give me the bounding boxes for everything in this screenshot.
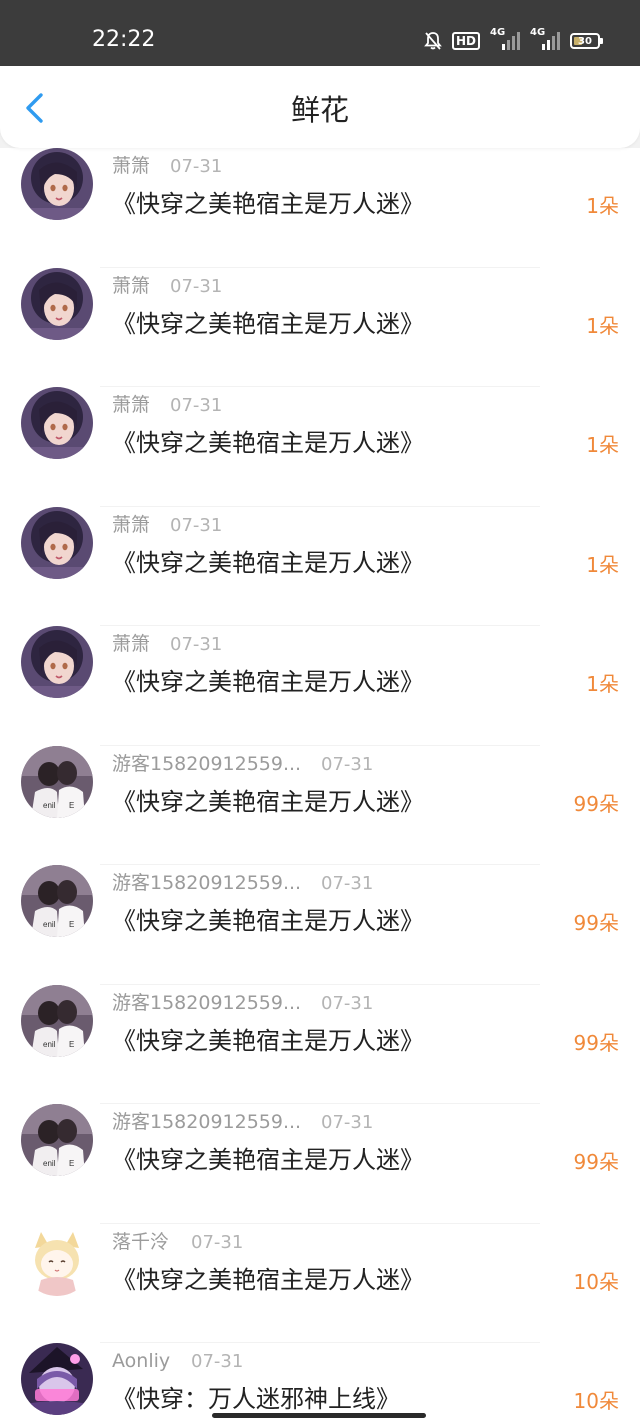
status-icons: HD 4G 4G 30 [424,27,603,52]
date: 07-31 [191,1231,244,1253]
list-item[interactable]: Aonliy 07-31 《快穿：万人迷邪神上线》 10朵 [0,1343,640,1422]
battery-icon: 30 [570,33,603,49]
list-item[interactable]: enil E 游客15820912559... 07-31 《快穿之美艳宿主是万人迷》 9… [0,865,640,985]
list-item[interactable]: 落千泠 07-31 《快穿之美艳宿主是万人迷》 10朵 [0,1223,640,1343]
book-title[interactable]: 《快穿之美艳宿主是万人迷》 [112,786,424,818]
list-item[interactable]: enil E 游客15820912559... 07-31 《快穿之美艳宿主是万人迷》 9… [0,745,640,865]
bell-off-icon [424,31,442,51]
book-title[interactable]: 《快穿之美艳宿主是万人迷》 [112,188,424,220]
avatar[interactable] [21,387,93,459]
avatar[interactable] [21,626,93,698]
book-title[interactable]: 《快穿之美艳宿主是万人迷》 [112,666,424,698]
page-title: 鲜花 [290,93,349,127]
list-item[interactable]: enil E 游客15820912559... 07-31 《快穿之美艳宿主是万人迷》 9… [0,984,640,1104]
book-title[interactable]: 《快穿之美艳宿主是万人迷》 [112,1025,424,1057]
svg-text:enil: enil [43,801,56,810]
flower-count: 10朵 [573,1269,619,1294]
flower-count: 99朵 [573,791,619,816]
avatar[interactable] [21,148,93,220]
username[interactable]: 萧箫 [112,513,150,537]
date: 07-31 [170,634,223,655]
avatar[interactable] [21,267,93,340]
book-title[interactable]: 《快穿之美艳宿主是万人迷》 [112,308,424,340]
book-title[interactable]: 《快穿之美艳宿主是万人迷》 [112,427,424,459]
date: 07-31 [170,395,223,416]
list-item[interactable]: enil E 游客15820912559... 07-31 《快穿之美艳宿主是万人迷》 9… [0,1104,640,1224]
book-title[interactable]: 《快穿之美艳宿主是万人迷》 [112,547,424,579]
flower-count: 99朵 [573,911,619,935]
date: 07-31 [191,1351,244,1372]
avatar[interactable] [21,1223,93,1296]
flower-list[interactable]: 萧箫 07-31 《快穿之美艳宿主是万人迷》 1朵 萧箫 07-31 《快穿之美艳宿主是万人… [0,148,640,1422]
username[interactable]: 萧箫 [112,274,150,298]
list-item[interactable]: 萧箫 07-31 《快穿之美艳宿主是万人迷》 1朵 [0,267,640,387]
username[interactable]: 游客15820912559... [112,871,301,895]
username[interactable]: 萧箫 [112,154,150,178]
date: 07-31 [321,753,374,775]
home-indicator[interactable] [212,1413,426,1418]
avatar[interactable] [21,1343,93,1415]
username[interactable]: Aonliy [112,1349,170,1373]
username[interactable]: 落千泠 [112,1230,169,1254]
book-title[interactable]: 《快穿：万人迷邪神上线》 [112,1383,400,1415]
signal-icon: 4G [490,27,520,52]
status-bar: 22:22 HD 4G 4G 30 [0,0,640,66]
list-item[interactable]: 萧箫 07-31 《快穿之美艳宿主是万人迷》 1朵 [0,626,640,746]
flower-count: 1朵 [586,552,619,577]
flower-count: 1朵 [586,194,619,218]
svg-text:E: E [69,801,74,810]
date: 07-31 [321,992,374,1014]
book-title[interactable]: 《快穿之美艳宿主是万人迷》 [112,1144,424,1176]
username[interactable]: 游客15820912559... [112,752,301,776]
list-item[interactable]: 萧箫 07-31 《快穿之美艳宿主是万人迷》 1朵 [0,148,640,268]
username[interactable]: 游客15820912559... [112,1110,301,1134]
nav-header: 鲜花 [0,66,640,148]
date: 07-31 [170,275,223,297]
username[interactable]: 萧箫 [112,393,150,417]
date: 07-31 [321,873,374,894]
svg-text:E: E [69,1040,74,1049]
book-title[interactable]: 《快穿之美艳宿主是万人迷》 [112,1264,424,1296]
flower-count: 99朵 [573,1150,619,1174]
list-item[interactable]: 萧箫 07-31 《快穿之美艳宿主是万人迷》 1朵 [0,506,640,626]
flower-count: 1朵 [586,313,619,338]
flower-count: 1朵 [586,433,619,457]
username[interactable]: 萧箫 [112,632,150,656]
svg-text:E: E [69,1159,74,1168]
hd-icon: HD [451,32,480,50]
date: 07-31 [170,156,223,177]
avatar[interactable]: enil E [21,745,93,818]
flower-count: 10朵 [573,1389,619,1413]
date: 07-31 [170,514,223,536]
svg-text:E: E [69,920,74,929]
date: 07-31 [321,1112,374,1133]
avatar[interactable]: enil E [21,865,93,937]
flower-count: 99朵 [573,1030,619,1055]
signal-icon: 4G [530,27,560,52]
svg-text:enil: enil [43,920,56,929]
svg-text:enil: enil [43,1040,56,1049]
username[interactable]: 游客15820912559... [112,991,301,1015]
battery-level: 30 [578,35,592,47]
book-title[interactable]: 《快穿之美艳宿主是万人迷》 [112,905,424,937]
avatar[interactable] [21,506,93,579]
list-item[interactable]: 萧箫 07-31 《快穿之美艳宿主是万人迷》 1朵 [0,387,640,507]
avatar[interactable]: enil E [21,984,93,1057]
svg-text:enil: enil [43,1159,56,1168]
avatar[interactable]: enil E [21,1104,93,1176]
flower-count: 1朵 [586,672,619,696]
status-time: 22:22 [92,27,156,52]
